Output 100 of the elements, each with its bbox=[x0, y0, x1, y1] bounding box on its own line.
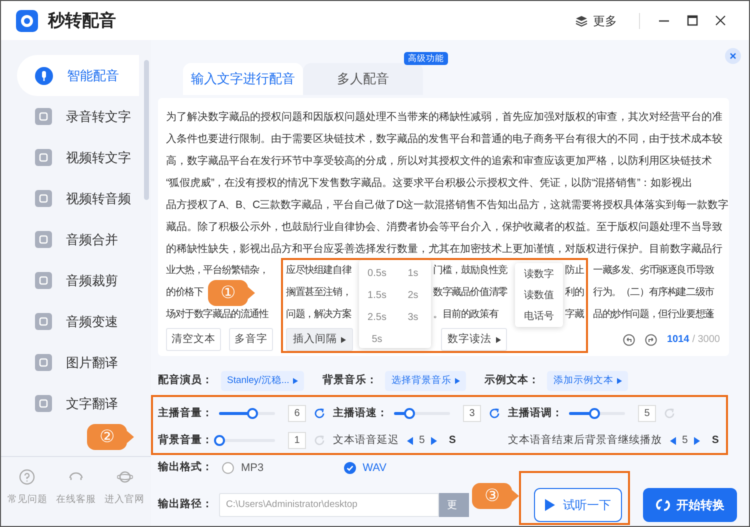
text-line: 的稀缺性缺失，影视出品方和平台应妥善选择发行数量，尤其在加密技术上更加谨慎，对版权进行保护。目前数字藏品行 bbox=[166, 242, 724, 257]
increase-icon[interactable] bbox=[430, 436, 437, 444]
menu-item[interactable]: 0.5s bbox=[359, 262, 395, 284]
scrollbar-thumb[interactable] bbox=[144, 60, 149, 200]
text-fragment: 字藏 bbox=[565, 308, 584, 322]
preview-button[interactable]: 试听一下 bbox=[534, 488, 622, 522]
sidebar-item[interactable]: 智能配音 bbox=[17, 55, 139, 96]
menu-item[interactable]: 2s bbox=[395, 284, 431, 306]
feature-badge: 高级功能 bbox=[404, 52, 448, 65]
menu-item[interactable]: 1s bbox=[395, 262, 431, 284]
menu-item[interactable]: 读数字 bbox=[515, 264, 563, 285]
pointer-icon bbox=[512, 490, 519, 502]
decrease-icon[interactable] bbox=[407, 436, 413, 444]
slider-thumb[interactable] bbox=[247, 408, 258, 419]
text-fragment: 业大热，平台纷繁错杂， bbox=[166, 264, 268, 278]
tile-icon bbox=[35, 395, 52, 412]
menu-item[interactable]: 电话号 bbox=[515, 306, 563, 327]
character-limit: / 3000 bbox=[692, 333, 720, 347]
text-fragment: 的价格下 bbox=[166, 286, 204, 300]
reset-icon[interactable] bbox=[489, 408, 500, 419]
value-field[interactable]: 5 bbox=[638, 405, 656, 422]
setting-label: 文本语音延迟 bbox=[333, 432, 399, 448]
convert-button[interactable]: 开始转换 bbox=[643, 488, 737, 522]
redo-icon[interactable] bbox=[644, 334, 657, 346]
text-fragment: 搁置甚至注销， bbox=[286, 286, 352, 300]
slider-thumb[interactable] bbox=[404, 408, 415, 419]
decrease-icon[interactable] bbox=[670, 436, 676, 444]
help-icon bbox=[19, 469, 36, 485]
editor-button[interactable]: 多音字 bbox=[229, 328, 273, 351]
editor-button[interactable]: 数字读法 bbox=[441, 328, 507, 351]
callout-bubble: ① bbox=[208, 280, 248, 306]
sidebar-item[interactable]: 音频变速 bbox=[17, 301, 139, 342]
value-field[interactable]: 1 bbox=[288, 432, 306, 449]
text-fragment: 问题，解决方案 bbox=[286, 308, 352, 322]
sidebar-item[interactable]: 图片翻译 bbox=[17, 342, 139, 383]
sidebar-item[interactable]: 视频转音频 bbox=[17, 178, 139, 219]
dropdown-button[interactable]: 添加示例文本 bbox=[547, 371, 628, 391]
radio-option[interactable]: MP3 bbox=[222, 460, 264, 476]
callout-bubble: ③ bbox=[472, 483, 512, 509]
tab[interactable]: 多人配音 bbox=[303, 63, 423, 95]
field-label: 配音演员： bbox=[158, 373, 213, 388]
swap-icon bbox=[656, 499, 670, 511]
planet-icon bbox=[116, 469, 133, 485]
editor-button[interactable]: 插入间隔 bbox=[286, 328, 353, 351]
increase-icon[interactable] bbox=[694, 436, 700, 444]
stepper-value: 5 bbox=[419, 432, 425, 448]
dropdown-button[interactable]: 选择背景音乐 bbox=[385, 371, 466, 391]
slider-thumb[interactable] bbox=[588, 408, 600, 419]
tile-icon bbox=[35, 354, 52, 371]
text-fragment: 应尽快组建自律 bbox=[286, 264, 352, 278]
text-fragment: 品的炒作问题，但行业要想蓬 bbox=[593, 308, 714, 322]
undo-icon[interactable] bbox=[622, 334, 635, 346]
sidebar-item[interactable]: 音频合并 bbox=[17, 219, 139, 260]
editor-button[interactable]: 清空文本 bbox=[166, 328, 221, 351]
text-line: 高，数字藏品平台在发行环节中享受较高的分成，所以对其授权文件的追索和审查应该更加严格，以防利用区块链技术 bbox=[166, 154, 713, 169]
tile-icon bbox=[35, 190, 52, 207]
unit-label: S bbox=[448, 432, 456, 448]
value-field[interactable]: 6 bbox=[288, 405, 306, 422]
callout-bubble: ② bbox=[87, 424, 127, 450]
menu-item[interactable]: 5s bbox=[359, 328, 395, 350]
tile-icon bbox=[35, 272, 52, 289]
setting-label: 文本语音结束后背景音继续播放 bbox=[508, 432, 662, 448]
text-line: 入条件也要进行限制。由于需要区块链技术，数字藏品的发售平台和普通的电子商务平台有很大的不同，由于技术成本较 bbox=[166, 132, 724, 147]
setting-label: 主播语速： bbox=[333, 406, 389, 421]
setting-label: 背景音量： bbox=[158, 432, 214, 448]
field-label: 输出路径： bbox=[158, 497, 214, 512]
text-line: 为了解决数字藏品的授权问题和因版权问题处理不当带来的稀缺性减弱，首先应加强对版权的审查，其次对经营平台的准 bbox=[166, 110, 724, 125]
close-icon[interactable] bbox=[715, 15, 726, 26]
field-label: 输出格式： bbox=[158, 460, 214, 476]
text-line: 藏品。除了积极公示外，也鼓励行业自律协会、消费者协会等平台介入，保护收藏者的权益。至于版权问题处理不当导致 bbox=[166, 220, 724, 235]
sidebar-item[interactable]: 录音转文字 bbox=[17, 96, 139, 137]
field-label: 背景音乐： bbox=[322, 373, 378, 388]
text-fragment: 行为。（二）有序构建二级市 bbox=[593, 286, 714, 300]
dropdown-button[interactable]: Stanley/沉稳... bbox=[221, 371, 304, 391]
setting-label: 主播语调： bbox=[508, 406, 564, 421]
menu-item[interactable]: 读数值 bbox=[515, 285, 563, 306]
tab[interactable]: 输入文字进行配音 bbox=[183, 63, 303, 95]
app-logo-icon bbox=[16, 10, 38, 32]
sidebar-item[interactable]: 音频裁剪 bbox=[17, 260, 139, 301]
sidebar-item[interactable]: 文字翻译 bbox=[17, 383, 139, 424]
text-fragment: 场对于数字藏品的流通性 bbox=[166, 308, 268, 322]
value-field[interactable]: 3 bbox=[463, 405, 481, 422]
menu-item[interactable]: 2.5s bbox=[359, 306, 395, 328]
menu-item[interactable]: 3s bbox=[395, 306, 431, 328]
tile-icon bbox=[35, 231, 52, 248]
tile-icon bbox=[35, 108, 52, 125]
more-button[interactable]: 更多 bbox=[575, 12, 617, 30]
field-label: 示例文本： bbox=[484, 373, 540, 388]
text-line: 品方授权了A、B、C三款数字藏品，平台自己做了D这一款混搭销售不告知出品方，这就需要将授权具体落实到每一款数字 bbox=[166, 198, 726, 213]
text-fragment: 数字藏品价值清零 bbox=[433, 286, 508, 300]
tile-icon bbox=[35, 313, 52, 330]
menu-item[interactable]: 1.5s bbox=[359, 284, 395, 306]
sidebar-item[interactable]: 视频转文字 bbox=[17, 137, 139, 178]
pointer-icon bbox=[248, 287, 255, 299]
maximize-icon[interactable] bbox=[687, 15, 698, 26]
slider-thumb[interactable] bbox=[214, 435, 224, 446]
radio-option[interactable]: WAV bbox=[344, 460, 386, 476]
text-fragment: 门槛，鼓励良性竞 bbox=[433, 264, 508, 278]
caret-icon bbox=[617, 378, 622, 384]
reset-icon[interactable] bbox=[314, 408, 325, 419]
